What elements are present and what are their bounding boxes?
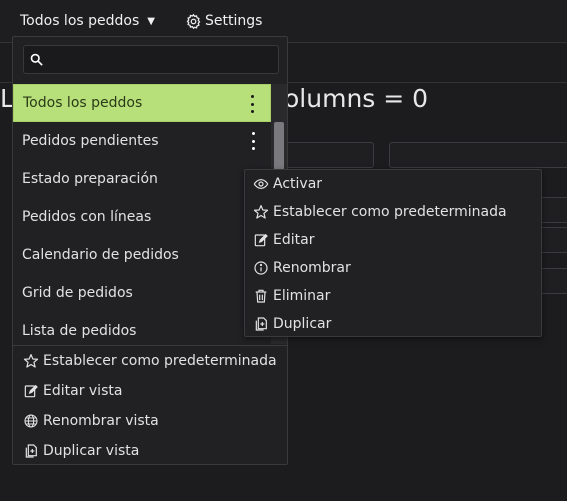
view-selector-label: Todos los peddos <box>20 13 140 29</box>
view-item-label: Todos los peddos <box>23 95 143 111</box>
kebab-menu-icon[interactable] <box>244 95 260 113</box>
set-default-view-button[interactable]: Establecer como predeterminada <box>13 346 287 376</box>
edit-icon <box>254 233 268 247</box>
view-item-label: Pedidos con líneas <box>22 209 152 225</box>
view-item-pedidos-pendientes[interactable]: Pedidos pendientes <box>13 122 271 160</box>
background-field[interactable] <box>389 142 567 168</box>
menu-item-label: Duplicar <box>273 316 332 332</box>
duplicate-menu-item[interactable]: Duplicar <box>245 310 541 338</box>
trash-icon <box>255 289 267 303</box>
background-field[interactable] <box>540 227 567 253</box>
duplicate-view-button[interactable]: Duplicar vista <box>13 436 287 466</box>
globe-icon <box>24 414 38 428</box>
view-item-calendario-de-pedidos[interactable]: Calendario de pedidos <box>13 236 271 274</box>
view-item-pedidos-con-lineas[interactable]: Pedidos con líneas <box>13 198 271 236</box>
edit-view-button[interactable]: Editar vista <box>13 376 287 406</box>
view-item-label: Estado preparación <box>22 171 158 187</box>
page-title-fragment: L <box>0 84 12 113</box>
view-item-lista-de-pedidos[interactable]: Lista de pedidos <box>13 312 271 344</box>
view-selector-button[interactable]: Todos los peddos ▼ <box>20 10 155 32</box>
gear-icon <box>186 13 201 29</box>
view-item-label: Calendario de pedidos <box>22 247 179 263</box>
edit-icon <box>24 384 38 398</box>
page-title: olumns = 0 <box>284 84 429 113</box>
caret-down-icon: ▼ <box>147 15 155 27</box>
duplicate-icon <box>255 317 267 331</box>
delete-menu-item[interactable]: Eliminar <box>245 282 541 310</box>
view-item-todos-los-peddos[interactable]: Todos los peddos <box>13 84 271 122</box>
menu-item-label: Activar <box>273 176 323 192</box>
view-item-label: Lista de pedidos <box>22 323 137 339</box>
menu-item-label: Establecer como predeterminada <box>273 204 507 220</box>
view-context-menu: Activar Establecer como predeterminada E… <box>244 169 542 337</box>
background-field[interactable] <box>540 197 567 223</box>
info-icon <box>254 261 268 275</box>
kebab-menu-icon[interactable] <box>245 132 261 150</box>
action-label: Renombrar vista <box>43 413 159 429</box>
menu-item-label: Eliminar <box>273 288 331 304</box>
menu-item-label: Renombrar <box>273 260 351 276</box>
action-label: Duplicar vista <box>43 443 140 459</box>
rename-view-button[interactable]: Renombrar vista <box>13 406 287 436</box>
action-label: Establecer como predeterminada <box>43 353 277 369</box>
menu-item-label: Editar <box>273 232 315 248</box>
edit-menu-item[interactable]: Editar <box>245 226 541 254</box>
view-item-label: Pedidos pendientes <box>22 133 159 149</box>
background-field[interactable] <box>540 268 567 294</box>
action-label: Editar vista <box>43 383 123 399</box>
eye-icon <box>253 179 269 189</box>
view-item-estado-preparacion[interactable]: Estado preparación <box>13 160 271 198</box>
set-default-menu-item[interactable]: Establecer como predeterminada <box>245 198 541 226</box>
search-icon <box>30 53 43 66</box>
rename-menu-item[interactable]: Renombrar <box>245 254 541 282</box>
settings-button[interactable]: Settings <box>185 10 262 32</box>
view-search <box>23 45 279 74</box>
view-item-grid-de-pedidos[interactable]: Grid de pedidos <box>13 274 271 312</box>
activate-menu-item[interactable]: Activar <box>245 170 541 198</box>
settings-label: Settings <box>205 13 263 29</box>
background-field[interactable] <box>280 142 374 168</box>
duplicate-icon <box>25 444 37 458</box>
view-item-label: Grid de pedidos <box>22 285 133 301</box>
search-input[interactable] <box>50 46 274 73</box>
star-icon <box>253 205 269 219</box>
star-icon <box>23 354 39 368</box>
